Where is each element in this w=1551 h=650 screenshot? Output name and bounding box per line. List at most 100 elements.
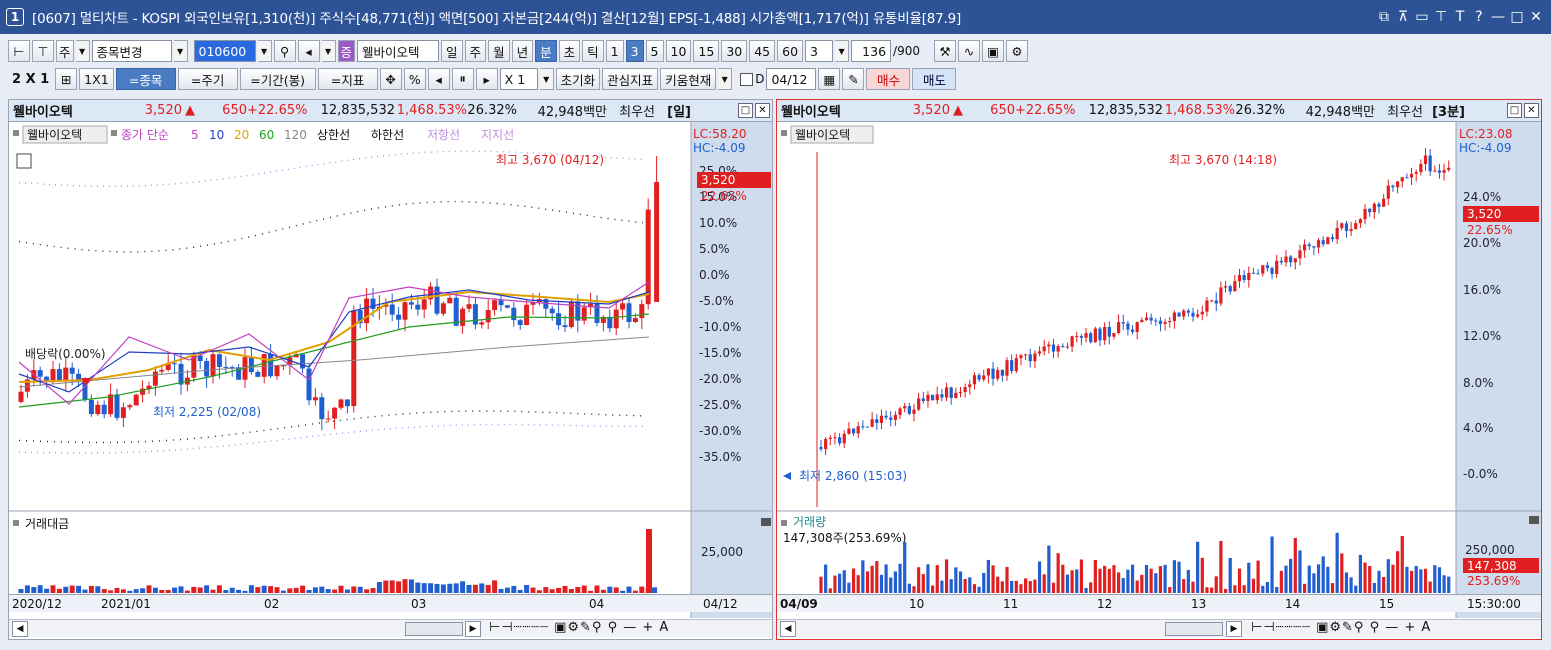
tab-indicator[interactable]: =지표: [317, 68, 378, 90]
tab-range[interactable]: =기간(봉): [239, 68, 316, 90]
ex-dividend-label: 배당락(0.00%): [25, 347, 106, 361]
layout-1x1-button[interactable]: 1X1: [79, 68, 114, 90]
stock-change-select[interactable]: 종목변경: [91, 40, 172, 62]
interval-60[interactable]: 60: [777, 40, 804, 62]
interval-10[interactable]: 10: [665, 40, 692, 62]
maximize-icon[interactable]: □: [1507, 103, 1522, 118]
scroll-thumb[interactable]: [405, 622, 463, 636]
chevron-down-icon[interactable]: ▼: [257, 40, 272, 62]
gear-icon[interactable]: ⚙: [1005, 40, 1028, 62]
period-week[interactable]: 주: [464, 40, 487, 62]
calendar-icon[interactable]: ▦: [818, 68, 841, 90]
sell-button[interactable]: 매도: [912, 68, 957, 90]
window-number[interactable]: 1: [6, 8, 24, 26]
zoom-tools[interactable]: ⊢⊣┈┈┈┈ ▣⚙✎⚲ ⚲ — + A: [1251, 620, 1431, 635]
grid-icon[interactable]: ⊞: [55, 68, 78, 90]
interest-indicator-button[interactable]: 관심지표: [602, 68, 659, 90]
legend-ma: 60: [259, 128, 274, 142]
period-second[interactable]: 초: [558, 40, 581, 62]
draw-icon[interactable]: ∿: [957, 40, 980, 62]
scroll-right-icon[interactable]: ▶: [465, 621, 481, 637]
left-scrollbar[interactable]: ◀ ▶ ⊢⊣┈┈┈┈ ▣⚙✎⚲ ⚲ — + A: [9, 619, 772, 637]
pin-icon[interactable]: ⊼: [1396, 9, 1410, 25]
count-input[interactable]: 136: [851, 40, 892, 62]
volume-bar: [415, 582, 421, 593]
date-checkbox[interactable]: [740, 72, 754, 86]
candle: [114, 394, 120, 418]
chevron-down-icon[interactable]: ▼: [321, 40, 336, 62]
pin-left-icon[interactable]: ⊢: [8, 40, 30, 62]
right-x-axis: 04/09 10 11 12 13 14 15 15:30:00: [777, 594, 1541, 612]
chevron-down-icon[interactable]: ▼: [75, 40, 90, 62]
zoom-tools[interactable]: ⊢⊣┈┈┈┈ ▣⚙✎⚲ ⚲ — + A: [489, 620, 669, 635]
chevron-down-icon[interactable]: ▼: [539, 68, 554, 90]
reset-button[interactable]: 초기화: [555, 68, 601, 90]
interval-5[interactable]: 5: [645, 40, 664, 62]
y-tick-label: 16.0%: [1463, 283, 1501, 297]
stock-code-input[interactable]: 010600: [193, 40, 256, 62]
order-icon[interactable]: ✎: [842, 68, 865, 90]
next-icon[interactable]: ▸: [475, 68, 498, 90]
interval-15[interactable]: 15: [693, 40, 720, 62]
volume-bar: [1140, 574, 1144, 593]
right-chart[interactable]: 24.0% 20.0% 16.0% 12.0% 8.0% 4.0% -0.0% LC:23.0…: [777, 122, 1541, 618]
save-icon[interactable]: ▣: [981, 40, 1004, 62]
scroll-left-icon[interactable]: ◀: [12, 621, 28, 637]
chevron-down-icon[interactable]: ▼: [173, 40, 188, 62]
minimize-icon[interactable]: —: [1491, 9, 1505, 25]
prev-icon[interactable]: ◂: [427, 68, 450, 90]
maximize-icon[interactable]: □: [738, 103, 753, 118]
volume-bar: [69, 585, 75, 593]
pause-icon[interactable]: ⏸: [451, 68, 474, 90]
push-pin-icon[interactable]: ⊤: [1434, 9, 1448, 25]
maximize-icon[interactable]: □: [1510, 9, 1524, 25]
tab-period[interactable]: =주기: [177, 68, 238, 90]
count-select[interactable]: 3: [805, 40, 834, 62]
speaker-icon[interactable]: ◂: [297, 40, 320, 62]
period-year[interactable]: 년: [511, 40, 534, 62]
candle: [56, 369, 62, 381]
volume-bar: [440, 584, 446, 593]
chevron-down-icon[interactable]: ▼: [835, 40, 850, 62]
period-minute[interactable]: 분: [535, 40, 557, 62]
interval-3[interactable]: 3: [625, 40, 644, 62]
period-day[interactable]: 일: [441, 40, 463, 62]
left-chart[interactable]: 25.0%15.0%10.0%5.0%0.0%-5.0%-10.0%-15.0%…: [9, 122, 772, 618]
right-scrollbar[interactable]: ◀ ▶ ⊢⊣┈┈┈┈ ▣⚙✎⚲ ⚲ — + A: [777, 619, 1541, 637]
text-icon[interactable]: T: [1453, 9, 1467, 25]
volume-bar: [917, 567, 921, 593]
scroll-right-icon[interactable]: ▶: [1226, 621, 1242, 637]
kiwoom-current-button[interactable]: 키움현재: [660, 68, 717, 90]
close-icon[interactable]: ✕: [755, 103, 770, 118]
restore-icon[interactable]: ⧉: [1377, 9, 1391, 25]
candle: [1298, 250, 1302, 259]
percent-button[interactable]: %: [403, 68, 426, 90]
pin-top-icon[interactable]: ⊤: [32, 40, 54, 62]
date-input[interactable]: 04/12: [766, 68, 817, 90]
volume-bar: [652, 587, 658, 593]
move-icon[interactable]: ✥: [379, 68, 402, 90]
interval-1[interactable]: 1: [605, 40, 624, 62]
scroll-left-icon[interactable]: ◀: [780, 621, 796, 637]
stock-name-field[interactable]: 웰바이오텍: [357, 40, 440, 62]
period-label: [3분]: [1432, 105, 1465, 120]
period-tick[interactable]: 틱: [582, 40, 604, 62]
multiplier-select[interactable]: X 1: [499, 68, 538, 90]
close-icon[interactable]: ✕: [1529, 9, 1543, 25]
y-tick-label: -30.0%: [699, 424, 741, 438]
chevron-down-icon[interactable]: ▼: [718, 68, 733, 90]
period-month[interactable]: 월: [488, 40, 510, 62]
scroll-thumb[interactable]: [1165, 622, 1223, 636]
search-icon[interactable]: ⚲: [273, 40, 296, 62]
window-icon[interactable]: ▭: [1415, 9, 1429, 25]
help-icon[interactable]: ?: [1472, 9, 1486, 25]
tools-icon[interactable]: ⚒: [933, 40, 956, 62]
buy-button[interactable]: 매수: [866, 68, 911, 90]
tab-stock[interactable]: =종목: [115, 68, 176, 90]
close-icon[interactable]: ✕: [1524, 103, 1539, 118]
interval-45[interactable]: 45: [749, 40, 776, 62]
market-select[interactable]: 주: [56, 40, 74, 62]
interval-30[interactable]: 30: [721, 40, 748, 62]
volume-bar: [646, 529, 652, 593]
volume-bar: [1154, 573, 1158, 593]
